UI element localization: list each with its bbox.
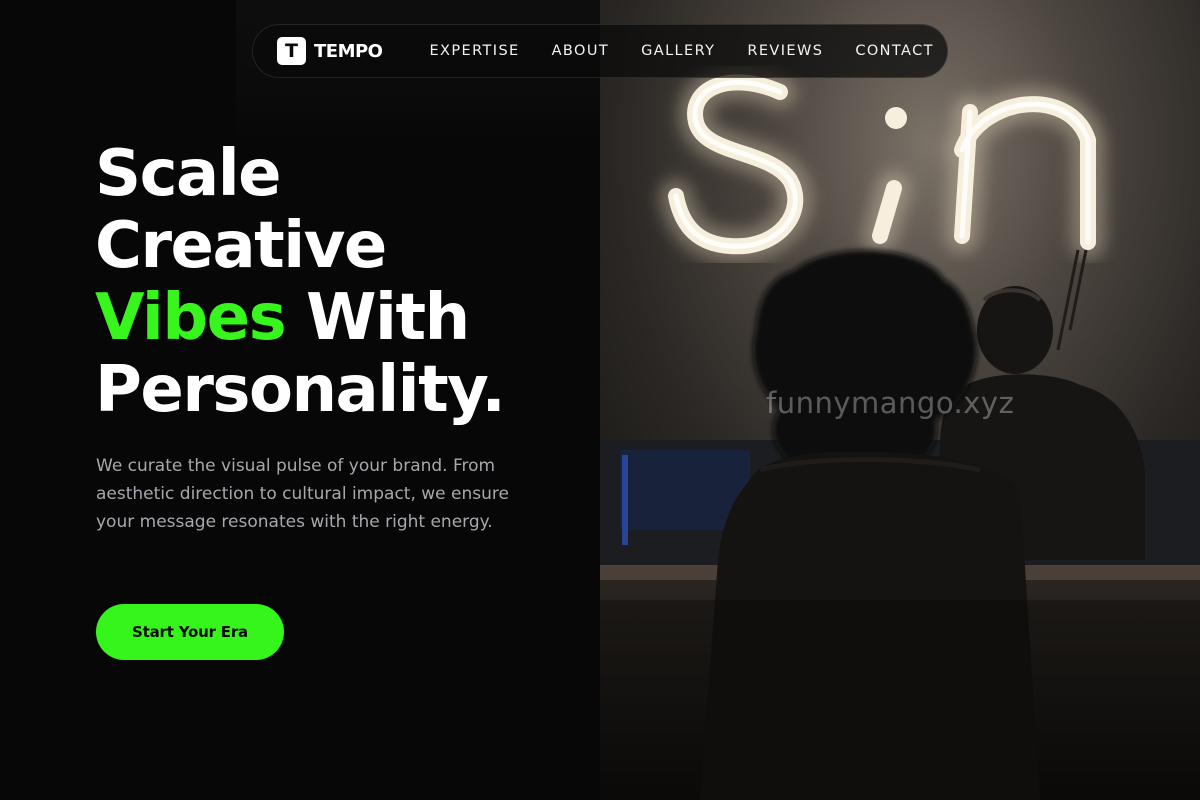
watermark-text: funnymango.xyz bbox=[766, 386, 1015, 420]
nav-link-about[interactable]: ABOUT bbox=[552, 43, 610, 59]
nav-link-expertise[interactable]: EXPERTISE bbox=[429, 43, 519, 59]
hero-title-accent: Vibes bbox=[95, 281, 287, 355]
top-navbar: T TEMPO EXPERTISE ABOUT GALLERY REVIEWS … bbox=[252, 24, 948, 78]
nav-links: EXPERTISE ABOUT GALLERY REVIEWS CONTACT bbox=[429, 43, 933, 59]
hero-title-line-1: Scale bbox=[95, 137, 282, 211]
nav-link-gallery[interactable]: GALLERY bbox=[641, 43, 715, 59]
nav-link-reviews[interactable]: REVIEWS bbox=[747, 43, 823, 59]
hero-title-line-3: Vibes With bbox=[95, 282, 504, 354]
brand-name: TEMPO bbox=[314, 40, 383, 62]
brand-logo[interactable]: T TEMPO bbox=[277, 37, 383, 65]
hero-title-line-3-rest: With bbox=[305, 281, 470, 355]
hero-title-line-2: Creative bbox=[95, 209, 387, 283]
hero-photo: funnymango.xyz bbox=[600, 0, 1200, 800]
nav-link-contact[interactable]: CONTACT bbox=[855, 43, 934, 59]
hero-title-line-4: Personality. bbox=[95, 353, 506, 427]
start-your-era-button[interactable]: Start Your Era bbox=[96, 604, 284, 660]
logo-t-icon: T bbox=[277, 37, 306, 65]
hero-title: Scale Creative Vibes With Personality. bbox=[95, 137, 506, 427]
hero-description: We curate the visual pulse of your brand… bbox=[96, 456, 509, 532]
